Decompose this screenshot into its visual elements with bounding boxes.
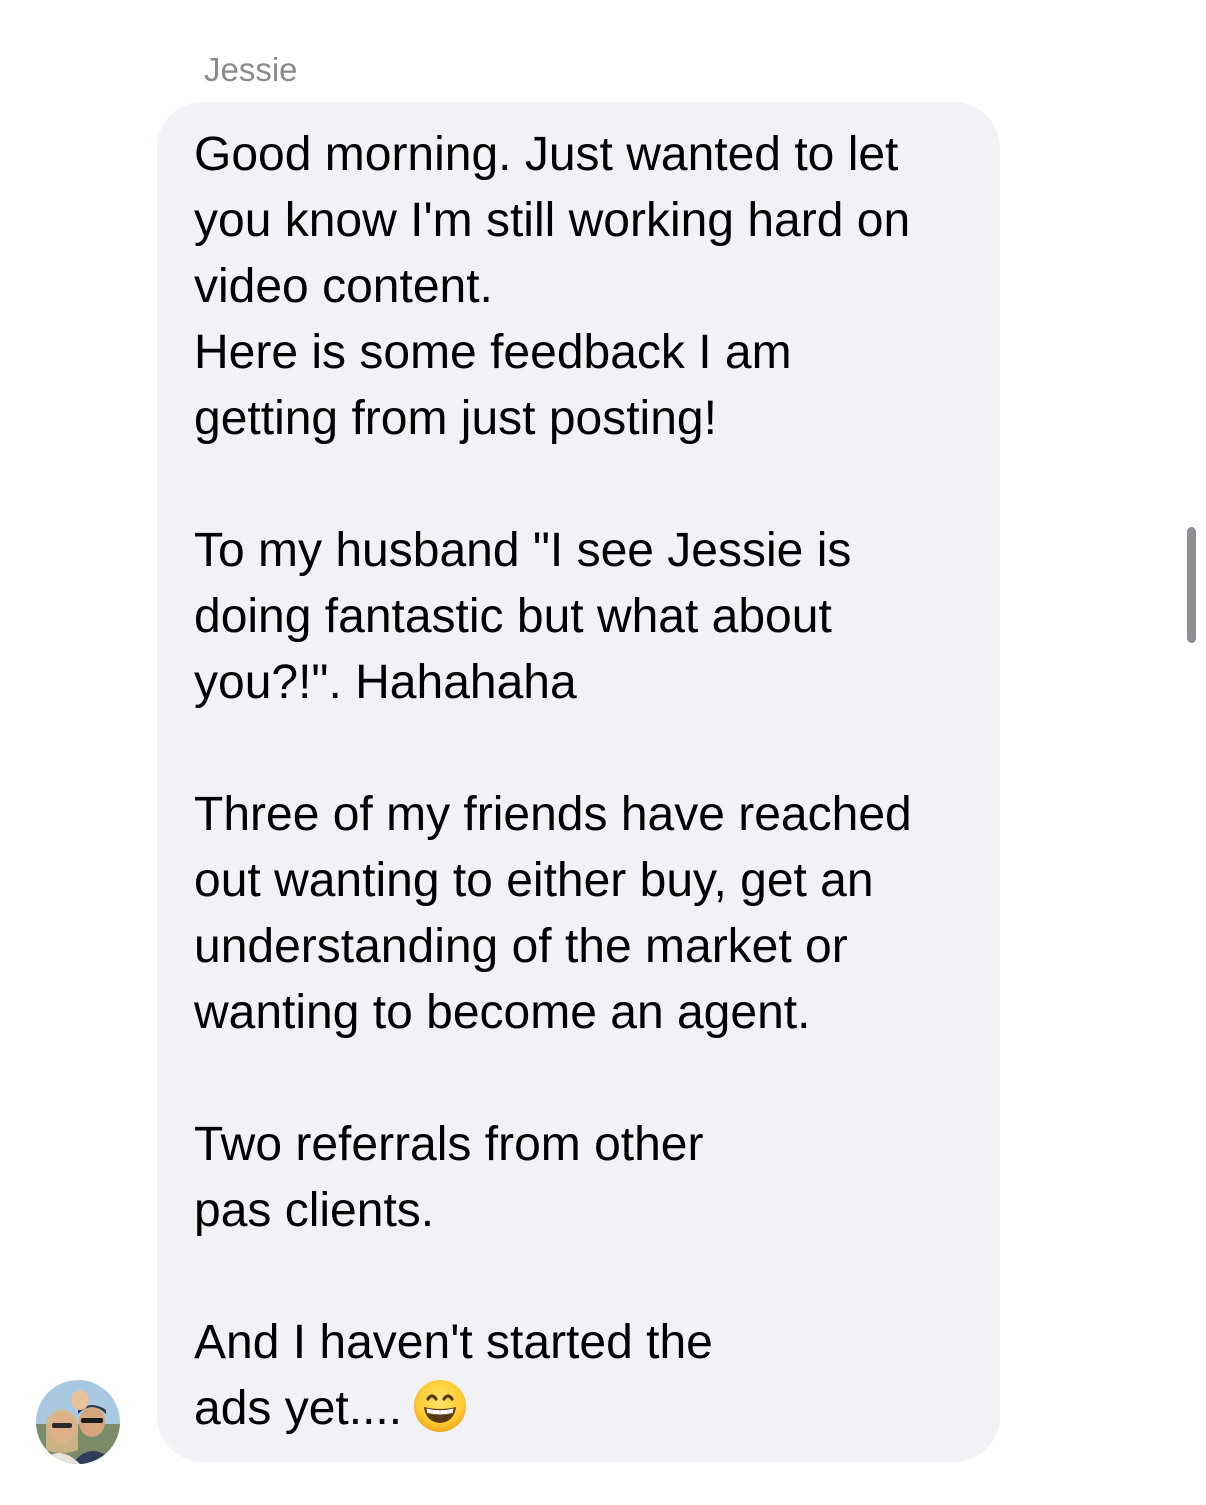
- message-line: video content.: [194, 260, 493, 313]
- message-line-text: ads yet....: [194, 1382, 403, 1435]
- grinning-face-with-smiling-eyes-icon: [412, 1378, 468, 1434]
- message-line: Here is some feedback I am: [194, 326, 792, 379]
- message-line: To my husband "I see Jessie is: [194, 524, 852, 577]
- avatar[interactable]: [36, 1380, 120, 1464]
- message-line: Good morning. Just wanted to let: [194, 128, 899, 181]
- message-line: wanting to become an agent.: [194, 986, 811, 1039]
- sender-name: Jessie: [204, 51, 298, 88]
- message-line: you know I'm still working hard on: [194, 194, 911, 247]
- message-line: understanding of the market or: [194, 920, 848, 973]
- message-line: Three of my friends have reached: [194, 788, 912, 841]
- message-line: out wanting to either buy, get an: [194, 854, 874, 907]
- message-bubble[interactable]: Good morning. Just wanted to let you kno…: [157, 102, 1000, 1462]
- message-line: you?!". Hahahaha: [194, 656, 577, 709]
- message-line: doing fantastic but what about: [194, 590, 832, 643]
- message-line: Two referrals from other: [194, 1118, 704, 1171]
- message-line: And I haven't started the: [194, 1316, 713, 1369]
- message-line: pas clients.: [194, 1184, 435, 1237]
- message-line: getting from just posting!: [194, 392, 717, 445]
- message-last-line: ads yet....: [194, 1376, 970, 1442]
- scrollbar[interactable]: [1187, 527, 1196, 643]
